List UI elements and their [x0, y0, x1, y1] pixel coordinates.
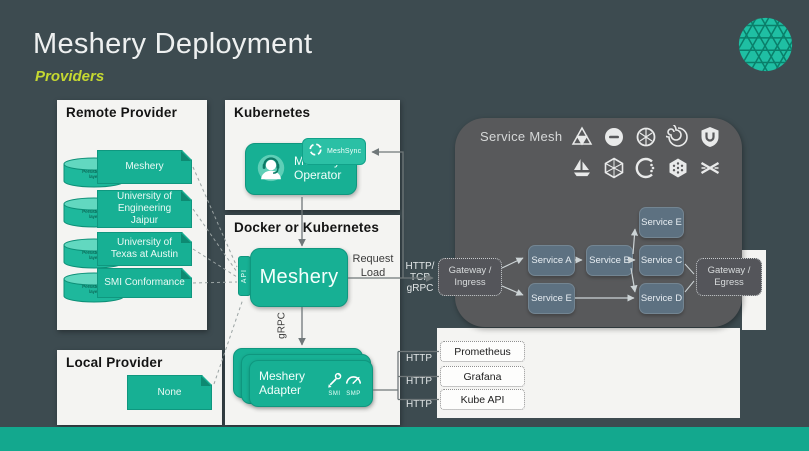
mesh-logos — [568, 123, 738, 182]
gateway-egress-box: Gateway / Egress — [696, 258, 762, 296]
service-d-box: Service D — [639, 283, 684, 314]
page-title: Meshery Deployment — [33, 28, 312, 61]
mesh-logo-c-orbit-icon — [632, 154, 660, 182]
protocol-label-http-3: HTTP — [402, 399, 436, 410]
request-load-label: Request Load — [350, 253, 396, 281]
mesh-logo-hex-dots-icon — [664, 154, 692, 182]
gateway-ingress-box: Gateway / Ingress — [438, 258, 502, 296]
endpoint-grafana: Grafana — [440, 366, 525, 387]
mesh-logo-nautilus-icon — [664, 123, 692, 151]
footer-accent-bar — [0, 427, 809, 451]
mesh-logo-knot-ring-icon — [632, 123, 660, 151]
protocol-label-http-2: HTTP — [402, 376, 436, 387]
smp-gauge-icon — [344, 371, 363, 390]
provider-item-meshery: Meshery — [97, 150, 192, 184]
service-b-box: Service B — [586, 245, 633, 276]
meshery-core-box: Meshery — [250, 248, 348, 307]
meshery-adapter-box: Meshery Adapter SMI SMP — [249, 360, 373, 407]
service-mesh-box: Service Mesh — [455, 118, 742, 327]
mesh-logo-circle-wordmark-icon — [600, 123, 628, 151]
meshsync-box: MeshSync — [302, 138, 366, 165]
local-provider-title: Local Provider — [66, 355, 163, 370]
mesh-logo-x-knot-icon — [696, 154, 724, 182]
operator-icon — [254, 150, 288, 189]
provider-item-university-jaipur: University of Engineering Jaipur — [97, 190, 192, 228]
grpc-label: gRPC — [277, 306, 288, 346]
service-e-right-box: Service E — [639, 207, 684, 238]
protocol-label-http-1: HTTP — [402, 353, 436, 364]
provider-item-university-texas: University of Texas at Austin — [97, 232, 192, 266]
service-e-left-box: Service E — [528, 283, 575, 314]
kubernetes-title: Kubernetes — [234, 105, 310, 120]
endpoint-prometheus: Prometheus — [440, 341, 525, 362]
mesh-logo-woven-cube-icon — [600, 154, 628, 182]
protocol-label-main: HTTP/ TCP gRPC — [402, 261, 438, 294]
mesh-logo-shield-icon — [696, 123, 724, 151]
docker-kubernetes-title: Docker or Kubernetes — [234, 220, 379, 235]
provider-item-smi-conformance: SMI Conformance — [97, 268, 192, 298]
provider-item-none: None — [127, 375, 212, 410]
service-mesh-title: Service Mesh — [480, 129, 562, 144]
service-a-box: Service A — [528, 245, 575, 276]
meshsync-label: MeshSync — [327, 148, 361, 155]
endpoint-kube-api: Kube API — [440, 389, 525, 410]
sync-icon — [308, 142, 323, 162]
smi-badge: SMI — [325, 371, 344, 397]
mesh-logo-sailboat-icon — [568, 154, 596, 182]
meshery-adapter-label: Meshery Adapter — [259, 370, 325, 398]
smp-badge: SMP — [344, 371, 363, 397]
smi-tool-icon — [325, 371, 344, 390]
meshery-logo-icon — [737, 16, 794, 78]
mesh-logo-triangle-net-icon — [568, 123, 596, 151]
service-c-box: Service C — [639, 245, 684, 276]
slide: Meshery Deployment Providers Remote Prov… — [0, 0, 809, 451]
remote-provider-title: Remote Provider — [66, 105, 177, 120]
page-subtitle: Providers — [35, 68, 104, 85]
